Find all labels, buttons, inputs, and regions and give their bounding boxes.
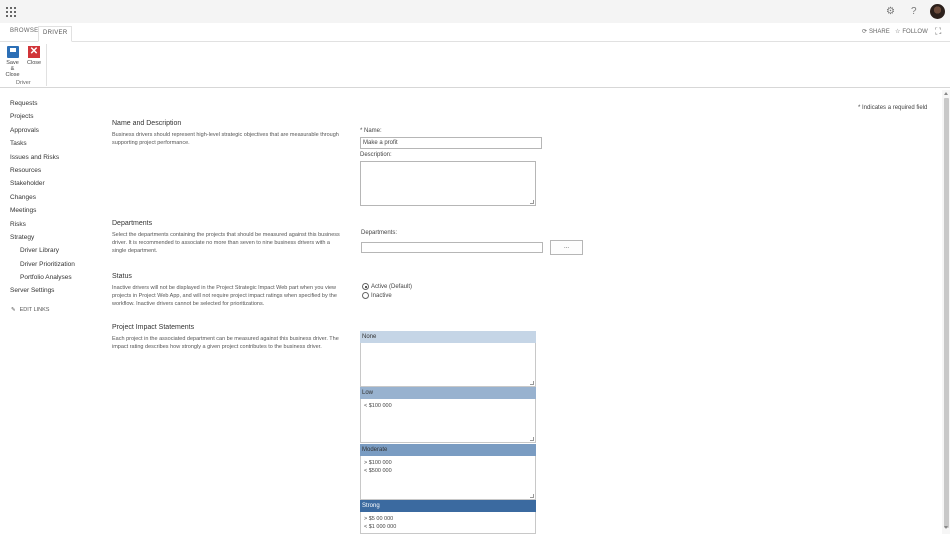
ribbon-group-divider (46, 44, 47, 86)
nav-portfolio-analyses[interactable]: Portfolio Analyses (10, 273, 75, 286)
section-title-impact: Project Impact Statements (112, 324, 195, 331)
nav-risks[interactable]: Risks (10, 220, 75, 233)
name-label: * Name: (360, 128, 382, 134)
close-icon: ✕ (28, 46, 40, 58)
status-inactive-radio[interactable]: Inactive (362, 292, 392, 299)
page-scrollbar[interactable] (942, 90, 950, 534)
impact-strong-textarea[interactable]: > $5 00 000 < $1 000 000 (360, 512, 536, 534)
required-note-text: Indicates a required field (862, 105, 928, 111)
section-title-departments: Departments (112, 220, 153, 227)
share-button[interactable]: ⟳ SHARE (862, 28, 890, 36)
required-asterisk: * (858, 105, 861, 111)
section-desc-status: Inactive drivers will not be displayed i… (112, 285, 337, 307)
app-launcher-icon[interactable] (6, 7, 16, 17)
section-title-status: Status (112, 273, 132, 280)
scroll-down-icon[interactable] (944, 526, 948, 529)
nav-tasks[interactable]: Tasks (10, 139, 75, 152)
share-label: SHARE (869, 28, 890, 35)
follow-button[interactable]: ☆ FOLLOW (895, 28, 928, 36)
radio-selected-icon[interactable] (362, 283, 369, 290)
scroll-up-icon[interactable] (944, 92, 948, 95)
save-close-button[interactable]: Save & Close (4, 46, 21, 78)
star-icon: ☆ (895, 29, 901, 35)
impact-none-textarea[interactable] (360, 343, 536, 387)
name-label-text: Name: (364, 128, 382, 134)
close-label: Close (27, 60, 42, 66)
radio-unselected-icon[interactable] (362, 292, 369, 299)
tab-browse[interactable]: BROWSE (10, 28, 38, 34)
departments-browse-button[interactable]: ... (550, 240, 583, 255)
impact-low-textarea[interactable]: < $100 000 (360, 399, 536, 443)
section-desc-name-description: Business drivers should represent high-l… (112, 132, 339, 146)
nav-resources[interactable]: Resources (10, 166, 75, 179)
edit-links-label: EDIT LINKS (19, 307, 50, 313)
name-input[interactable]: Make a profit (360, 137, 542, 149)
impact-strong-header: Strong (360, 500, 536, 512)
departments-label: Departments: (361, 230, 398, 236)
ribbon-group-label: Driver (16, 80, 31, 86)
save-icon (6, 46, 19, 58)
follow-label: FOLLOW (902, 28, 928, 35)
edit-links-button[interactable]: ✎ EDIT LINKS (11, 307, 49, 313)
nav-projects[interactable]: Projects (10, 112, 75, 125)
impact-none-header: None (360, 331, 536, 343)
description-label: Description: (360, 152, 392, 158)
nav-meetings[interactable]: Meetings (10, 206, 75, 219)
help-icon[interactable]: ? (911, 6, 917, 18)
nav-strategy[interactable]: Strategy (10, 233, 75, 246)
departments-input[interactable] (361, 242, 543, 253)
section-desc-impact: Each project in the associated departmen… (112, 336, 339, 350)
scroll-thumb[interactable] (944, 98, 949, 528)
quick-launch: Requests Projects Approvals Tasks Issues… (10, 99, 75, 300)
nav-server-settings[interactable]: Server Settings (10, 286, 75, 299)
nav-issues-risks[interactable]: Issues and Risks (10, 153, 75, 166)
impact-moderate-line: > $100 000 (364, 460, 392, 466)
impact-low-line: < $100 000 (364, 403, 392, 409)
status-inactive-label: Inactive (371, 292, 392, 299)
section-desc-departments: Select the departments containing the pr… (112, 232, 340, 254)
nav-approvals[interactable]: Approvals (10, 126, 75, 139)
impact-moderate-header: Moderate (360, 444, 536, 456)
nav-driver-prioritization[interactable]: Driver Prioritization (10, 260, 75, 273)
status-active-label: Active (Default) (371, 283, 413, 290)
suite-bar: ⚙ ? (0, 0, 950, 23)
status-active-radio[interactable]: Active (Default) (362, 283, 412, 290)
description-textarea[interactable] (360, 161, 536, 206)
focus-content-icon[interactable]: ⛶ (935, 26, 941, 37)
ribbon-tabs: BROWSE DRIVER ⟳ SHARE ☆ FOLLOW ⛶ (0, 23, 950, 42)
resize-handle-icon[interactable] (530, 381, 534, 385)
pencil-icon: ✎ (11, 307, 16, 313)
ribbon-body: Save & Close ✕ Close Driver (0, 42, 950, 88)
nav-driver-library[interactable]: Driver Library (10, 246, 75, 259)
section-title-name-description: Name and Description (112, 120, 182, 127)
gear-icon[interactable]: ⚙ (886, 6, 895, 18)
resize-handle-icon[interactable] (530, 437, 534, 441)
tab-driver[interactable]: DRIVER (38, 26, 73, 42)
impact-moderate-line: < $500 000 (364, 468, 392, 474)
impact-strong-line: > $5 00 000 (364, 516, 394, 522)
resize-handle-icon[interactable] (530, 494, 534, 498)
nav-changes[interactable]: Changes (10, 193, 75, 206)
nav-requests[interactable]: Requests (10, 99, 75, 112)
nav-stakeholder[interactable]: Stakeholder (10, 179, 75, 192)
resize-handle-icon[interactable] (530, 200, 534, 204)
impact-moderate-textarea[interactable]: > $100 000 < $500 000 (360, 456, 536, 500)
impact-strong-line: < $1 000 000 (364, 524, 397, 530)
close-button[interactable]: ✕ Close (27, 46, 41, 66)
avatar[interactable] (930, 4, 945, 19)
impact-low-header: Low (360, 387, 536, 399)
sync-icon: ⟳ (862, 29, 868, 35)
save-close-label: Save & Close (5, 60, 20, 78)
required-field-note: * Indicates a required field (858, 105, 927, 111)
